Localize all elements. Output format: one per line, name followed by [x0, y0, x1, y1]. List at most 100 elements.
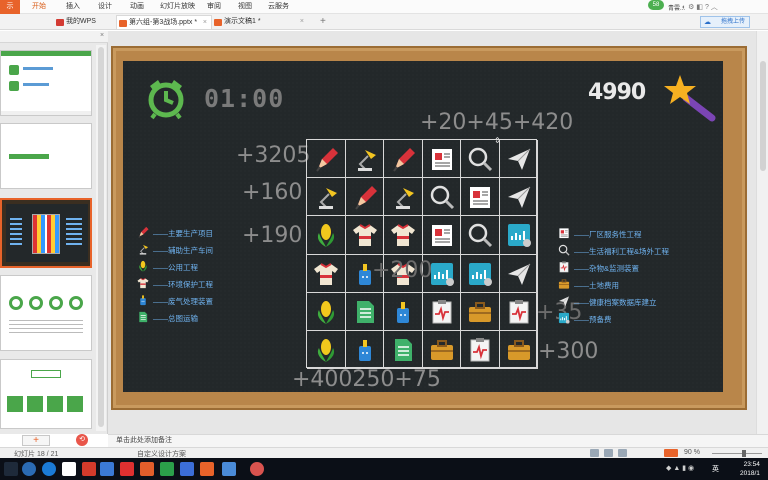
- slide-thumbnail[interactable]: [0, 275, 92, 351]
- start-button-icon[interactable]: [4, 462, 18, 476]
- window-controls-icon[interactable]: ◐ ⚙ ◧ ? ︿: [682, 2, 718, 12]
- grid-cell[interactable]: [345, 216, 384, 255]
- grid-cell[interactable]: [307, 140, 346, 179]
- zoom-slider[interactable]: [712, 450, 762, 457]
- app-taskbar-icon[interactable]: [250, 462, 264, 476]
- wps-taskbar-icon[interactable]: [82, 462, 96, 476]
- vertical-scrollbar[interactable]: [756, 31, 768, 434]
- app-menu-button[interactable]: 示: [0, 0, 20, 14]
- powerpoint-icon[interactable]: [140, 462, 154, 476]
- close-tab-icon[interactable]: ×: [300, 15, 304, 29]
- tab-presentation[interactable]: 第六组-第3战场.pptx * ×: [116, 15, 212, 29]
- menu-item-animation[interactable]: 动画: [130, 3, 144, 11]
- app-taskbar-icon[interactable]: [222, 462, 236, 476]
- input-method-indicator[interactable]: 英: [712, 464, 719, 474]
- lamp-icon: [319, 188, 337, 210]
- app-taskbar-icon[interactable]: [100, 462, 114, 476]
- grid-cell[interactable]: [307, 331, 346, 370]
- document-tabs: 我的WPS 第六组-第3战场.pptx * × 演示文稿1 * × + ☁ 拖拽…: [0, 14, 768, 30]
- wps-presentation-window: 示 开始 插入 设计 动画 幻灯片放映 审阅 视图 云服务 58 青雲... ◐…: [0, 0, 768, 480]
- grid-cell[interactable]: [384, 216, 423, 255]
- sorter-view-icon[interactable]: [604, 449, 613, 457]
- upload-button[interactable]: ☁ 拖拽上传: [700, 16, 750, 28]
- reset-icon[interactable]: ⟲: [76, 434, 88, 446]
- grid-cell[interactable]: [461, 216, 500, 255]
- grid-cell[interactable]: [461, 140, 500, 179]
- legend-label: ——健康档案数据库建立: [574, 298, 657, 307]
- grid-cell[interactable]: [307, 178, 346, 217]
- menu-item-view[interactable]: 视图: [238, 3, 252, 11]
- grid-cell[interactable]: [461, 254, 500, 293]
- grid-cell[interactable]: [461, 178, 500, 217]
- grid-cell[interactable]: [384, 292, 423, 331]
- tab-my-wps[interactable]: 我的WPS: [54, 15, 116, 29]
- slide-thumbnail-selected[interactable]: [0, 198, 92, 268]
- thumbnail-scrollbar[interactable]: [96, 45, 106, 431]
- grid-cell[interactable]: [384, 331, 423, 370]
- plane-icon: [507, 263, 530, 285]
- grid-cell[interactable]: [307, 292, 346, 331]
- new-tab-button[interactable]: +: [318, 15, 332, 29]
- zoom-level[interactable]: 90 %: [684, 449, 700, 456]
- menu-item-home[interactable]: 开始: [32, 3, 46, 11]
- reading-view-icon[interactable]: [618, 449, 627, 457]
- grid-cell[interactable]: [422, 292, 461, 331]
- grid-cell[interactable]: [499, 254, 538, 293]
- grid-cell[interactable]: [307, 216, 346, 255]
- user-level-badge[interactable]: 58: [648, 0, 664, 10]
- play-slideshow-icon[interactable]: [664, 449, 678, 457]
- grid-cell[interactable]: [499, 216, 538, 255]
- close-panel-icon[interactable]: ×: [100, 32, 104, 39]
- grid-cell[interactable]: [384, 178, 423, 217]
- grid-cell[interactable]: [422, 331, 461, 370]
- 360-browser-icon[interactable]: [22, 462, 36, 476]
- slide-thumbnail[interactable]: [0, 123, 92, 189]
- menu-item-slideshow[interactable]: 幻灯片放映: [160, 3, 195, 11]
- grid-cell[interactable]: [422, 178, 461, 217]
- system-clock[interactable]: 23:54 2018/1: [740, 460, 760, 478]
- add-slide-button[interactable]: +: [22, 435, 50, 446]
- tab-untitled[interactable]: 演示文稿1 * ×: [212, 15, 308, 29]
- wps-presentation-icon[interactable]: [200, 462, 214, 476]
- normal-view-icon[interactable]: [590, 449, 599, 457]
- grid-cell[interactable]: [307, 254, 346, 293]
- windows-taskbar: ◆ ▲ ▮ ◉ 英 23:54 2018/1: [0, 458, 768, 480]
- grid-cell[interactable]: [345, 331, 384, 370]
- clock-time: 23:54: [743, 461, 760, 468]
- menu-item-insert[interactable]: 插入: [66, 3, 80, 11]
- corn-icon: [317, 300, 335, 324]
- grid-cell[interactable]: [461, 292, 500, 331]
- grid-cell[interactable]: [499, 178, 538, 217]
- bag-icon: [430, 340, 453, 360]
- acrobat-icon[interactable]: [120, 462, 134, 476]
- grid-cell[interactable]: [499, 331, 538, 370]
- grid-cell[interactable]: [345, 292, 384, 331]
- plane-icon: [558, 296, 570, 307]
- grid-cell[interactable]: [345, 140, 384, 179]
- excel-icon[interactable]: [160, 462, 174, 476]
- grid-cell[interactable]: [384, 140, 423, 179]
- grid-cell[interactable]: [499, 292, 538, 331]
- close-tab-icon[interactable]: ×: [203, 16, 207, 30]
- grid-cell[interactable]: [422, 140, 461, 179]
- explorer-icon[interactable]: [62, 462, 76, 476]
- slide-thumbnail[interactable]: [0, 359, 92, 429]
- system-tray-icons[interactable]: ◆ ▲ ▮ ◉: [666, 464, 694, 472]
- search-icon: [430, 185, 454, 210]
- grid-cell[interactable]: [461, 331, 500, 370]
- menu-item-cloud[interactable]: 云服务: [268, 3, 289, 11]
- grid-cell[interactable]: [345, 178, 384, 217]
- menu-item-review[interactable]: 审阅: [207, 3, 221, 11]
- menu-item-design[interactable]: 设计: [98, 3, 112, 11]
- notes-pane[interactable]: 单击此处添加备注: [108, 434, 768, 447]
- chart-icon: [507, 224, 531, 248]
- browser-icon[interactable]: [42, 462, 56, 476]
- grid-cell[interactable]: [422, 216, 461, 255]
- cup-icon: [358, 340, 371, 361]
- slide-thumbnail[interactable]: [0, 50, 92, 116]
- word-icon[interactable]: [180, 462, 194, 476]
- countdown-timer: 01:00: [204, 84, 285, 113]
- grid-cell[interactable]: [499, 140, 538, 179]
- doc-icon: [139, 311, 148, 323]
- panel-header: ×: [0, 31, 108, 43]
